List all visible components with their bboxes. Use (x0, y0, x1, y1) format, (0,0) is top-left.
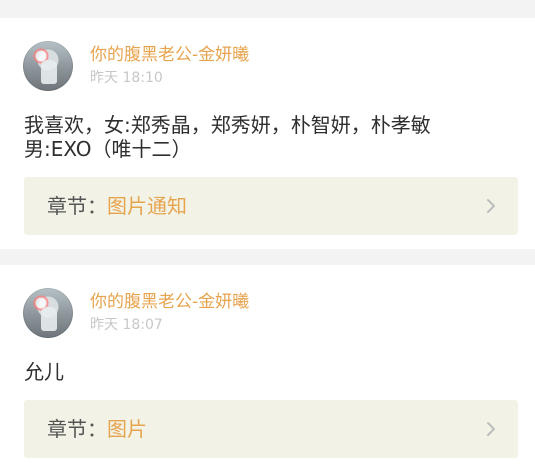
chapter-link[interactable]: 章节：图片 (24, 400, 518, 458)
chapter-prefix: 章节： (47, 194, 107, 218)
chevron-right-icon (483, 421, 499, 437)
post-content-line: 男:EXO（唯十二） (24, 137, 192, 161)
post-content-line: 允儿 (24, 360, 64, 384)
chevron-right-icon (483, 198, 499, 214)
timestamp: 昨天 18:07 (90, 317, 163, 333)
chapter-label: 章节：图片通知 (47, 194, 187, 218)
username[interactable]: 你的腹黑老公-金妍曦 (90, 292, 249, 312)
chapter-label: 章节：图片 (47, 417, 147, 441)
post-content-line: 我喜欢，女:郑秀晶，郑秀妍，朴智妍，朴孝敏 (24, 113, 431, 137)
post-content: 我喜欢，女:郑秀晶，郑秀妍，朴智妍，朴孝敏 男:EXO（唯十二） (24, 113, 511, 161)
timestamp: 昨天 18:10 (90, 70, 163, 86)
chapter-link[interactable]: 章节：图片通知 (24, 177, 518, 235)
avatar[interactable] (23, 288, 73, 338)
chapter-title: 图片通知 (107, 194, 187, 218)
chapter-prefix: 章节： (47, 417, 107, 441)
chapter-title: 图片 (107, 417, 147, 441)
post-card: 你的腹黑老公-金妍曦 昨天 18:10 我喜欢，女:郑秀晶，郑秀妍，朴智妍，朴孝… (0, 18, 535, 249)
avatar[interactable] (23, 41, 73, 91)
post-card: 你的腹黑老公-金妍曦 昨天 18:07 允儿 章节：图片 (0, 265, 535, 464)
post-content: 允儿 (24, 360, 511, 384)
username[interactable]: 你的腹黑老公-金妍曦 (90, 45, 249, 65)
